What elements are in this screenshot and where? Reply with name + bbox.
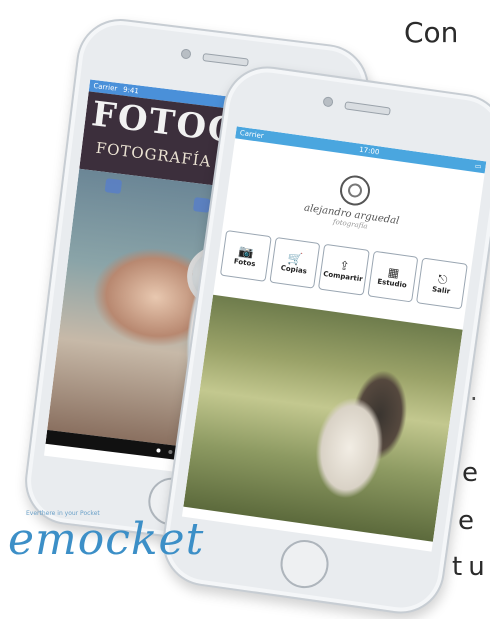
menu-salir-button[interactable]: ⎋ Salir <box>416 257 468 310</box>
text-fragment-3: tu <box>452 552 490 582</box>
share-icon: ⇪ <box>338 258 351 274</box>
menu-label: Copias <box>280 263 308 276</box>
phone-screen-photographer: Carrier 17:00 ▭ alejandro arguedal fotog… <box>181 126 487 552</box>
menu-fotos-button[interactable]: 📷 Fotos <box>219 229 272 282</box>
clock-label: 9:41 <box>122 85 140 96</box>
text-fragment-1: e <box>462 458 480 488</box>
menu-label: Estudio <box>376 277 408 290</box>
speaker-grille <box>202 53 249 67</box>
text-fragment-2: e <box>458 506 476 536</box>
brand-wordmark: emocket <box>8 514 205 565</box>
clock-label: 17:00 <box>358 145 380 157</box>
menu-estudio-button[interactable]: ▦ Estudio <box>367 250 419 303</box>
couple-photo <box>183 294 463 542</box>
camera-icon[interactable] <box>104 178 123 194</box>
battery-icon: ▭ <box>474 161 483 171</box>
carousel-dot-active[interactable] <box>156 448 161 453</box>
speaker-grille <box>344 101 391 116</box>
emocket-logo: Everthere in your Pocket emocket <box>8 510 204 563</box>
front-camera-icon <box>322 96 334 108</box>
bullet-fragment: · <box>470 385 478 413</box>
menu-label: Salir <box>431 285 451 296</box>
menu-label: Fotos <box>233 257 256 269</box>
menu-copias-button[interactable]: 🛒 Copias <box>268 236 321 289</box>
carrier-label: Carrier <box>92 81 118 93</box>
exit-icon: ⎋ <box>436 271 449 288</box>
logo-mark-icon <box>338 173 373 207</box>
front-camera-icon <box>180 48 192 60</box>
home-button[interactable] <box>277 536 332 592</box>
carousel-dot[interactable] <box>168 449 173 455</box>
studio-icon: ▦ <box>386 264 401 281</box>
menu-label: Compartir <box>322 269 364 284</box>
menu-compartir-button[interactable]: ⇪ Compartir <box>318 243 370 296</box>
heading-fragment: Con <box>404 16 459 49</box>
